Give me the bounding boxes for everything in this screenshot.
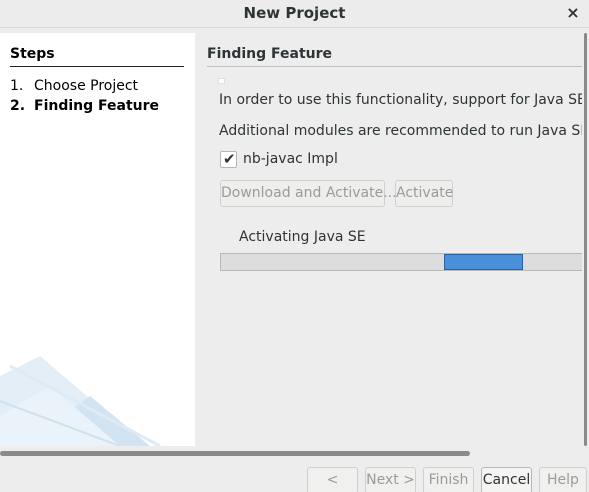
modules-message: Additional modules are recommended to ru… — [219, 123, 582, 139]
vertical-scroll-thumb[interactable] — [584, 33, 587, 446]
checkmark-icon: ✔ — [223, 150, 236, 168]
step-finding-feature: 2. Finding Feature — [10, 98, 159, 114]
wizard-watermark — [0, 356, 161, 446]
vertical-scrollbar[interactable] — [582, 33, 589, 446]
step-choose-project: 1. Choose Project — [10, 78, 138, 94]
progress-bar — [220, 253, 582, 271]
progress-label: Activating Java SE — [239, 229, 366, 245]
step-number: 2. — [10, 98, 26, 114]
panel-divider — [207, 66, 582, 67]
panel-title: Finding Feature — [207, 46, 333, 62]
support-message: In order to use this functionality, supp… — [219, 92, 582, 108]
close-icon[interactable]: × — [563, 3, 583, 23]
horizontal-scroll-thumb[interactable] — [0, 451, 470, 456]
help-button[interactable]: Help — [539, 467, 587, 492]
cancel-button[interactable]: Cancel — [481, 467, 532, 492]
help-label: Help — [547, 472, 579, 488]
finish-button[interactable]: Finish — [423, 467, 474, 492]
download-activate-label: Download and Activate... — [221, 185, 397, 201]
activate-label: Activate — [396, 185, 454, 201]
steps-divider — [10, 66, 184, 67]
wizard-content: Finding Feature In order to use this fun… — [195, 33, 582, 446]
back-label: < Back — [326, 472, 339, 488]
progress-indicator — [444, 254, 523, 270]
next-label: Next > — [366, 472, 415, 488]
next-button[interactable]: Next > — [365, 467, 416, 492]
placeholder-image — [218, 78, 225, 84]
module-checkbox[interactable]: ✔ — [220, 150, 237, 168]
horizontal-scrollbar[interactable] — [0, 446, 589, 460]
window-title: New Project — [243, 4, 346, 22]
step-label: Finding Feature — [34, 98, 160, 114]
activate-button[interactable]: Activate — [395, 180, 453, 207]
steps-heading: Steps — [10, 46, 55, 62]
finish-label: Finish — [428, 472, 469, 488]
cancel-label: Cancel — [482, 472, 531, 488]
steps-panel: Steps 1. Choose Project 2. Finding Feature — [0, 33, 195, 446]
step-label: Choose Project — [34, 78, 139, 94]
step-number: 1. — [10, 78, 24, 94]
back-button[interactable]: < Back — [307, 467, 358, 492]
download-activate-button[interactable]: Download and Activate... — [220, 180, 397, 207]
module-label: nb-javac Impl — [243, 151, 338, 167]
title-bar: New Project × — [0, 0, 589, 28]
